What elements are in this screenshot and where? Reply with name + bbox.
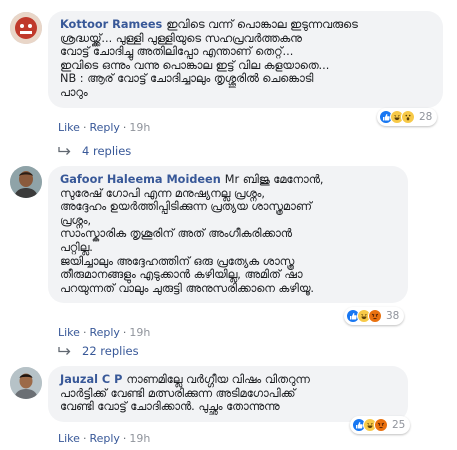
view-replies-link[interactable]: 4 replies (58, 144, 131, 158)
reply-arrow-icon (58, 347, 71, 355)
comment-text: തീരുമാനങ്ങളും എടുക്കാൻ കഴിയില്ല, അമിത് ഷ… (60, 268, 303, 282)
comment-text: ഇവിടെ വന്ന് പൊങ്കാല ഇടുന്നവരുടെ (166, 18, 358, 31)
comment-actions: Like · Reply · 19h (58, 326, 151, 339)
comment-bubble: Gafoor Haleema Moideen Mr ബിജു മേനോൻ, സുര… (48, 166, 408, 304)
comment-text: NB : ആര് വോട്ട് ചോദിച്ചാലും തൃശ്ശൂരിൽ ചെ… (60, 72, 314, 86)
avatar[interactable] (10, 166, 42, 198)
avatar[interactable] (10, 12, 42, 44)
like-button[interactable]: Like (58, 432, 80, 445)
comment-bubble: Jauzal C P നാണമില്ലേ വർഗ്ഗീയ വിഷം വിതറുന്… (48, 366, 408, 422)
comment-text: പ്രശ്നം, (60, 213, 92, 227)
comment-text: Mr ബിജു മേനോൻ, (224, 173, 324, 186)
comment-text: പാറും (60, 85, 88, 99)
author-name[interactable]: Kottoor Ramees (60, 18, 162, 31)
comment-text: പാർട്ടിക്ക് വേണ്ടി മത്സരിക്കുന്ന അടിമഗോപ… (60, 386, 296, 400)
reaction-summary[interactable]: 28 (377, 108, 438, 126)
author-name[interactable]: Gafoor Haleema Moideen (60, 173, 221, 186)
reaction-count: 38 (386, 310, 400, 322)
avatar[interactable] (10, 367, 42, 399)
comment-bubble: Kottoor Ramees ഇവിടെ വന്ന് പൊങ്കാല ഇടുന്ന… (48, 11, 443, 108)
reply-arrow-icon (58, 147, 71, 155)
comment-text: ഇവിടെ ഒന്നും വന്നു പൊങ്കാല ഇട്ട് വില കളയ… (60, 58, 330, 72)
like-button[interactable]: Like (58, 326, 80, 339)
comment-text: ശ്രദ്ധയ്ക്ക്... പുള്ളി പുള്ളിയുടെ സഹപ്രവ… (60, 31, 302, 45)
angry-icon (374, 418, 388, 432)
view-replies-link[interactable]: 22 replies (58, 344, 139, 358)
timestamp[interactable]: 19h (129, 121, 150, 134)
reply-button[interactable]: Reply (89, 121, 119, 134)
comment-text: വേണ്ടി വോട്ട് ചോദിക്കാൻ. പുച്ഛം തോന്നുന്… (60, 400, 280, 414)
comment-text: ജയിച്ചാലും അദ്ദേഹത്തിന് ഒരു പ്രത്യേക ശാസ… (60, 254, 295, 268)
comment-text: പറയുന്നത് വാലും ചുരുട്ടി അനുസരിക്കാനെ കഴ… (60, 281, 314, 295)
reaction-summary[interactable]: 25 (350, 416, 411, 434)
replies-count[interactable]: 22 replies (82, 344, 139, 358)
like-button[interactable]: Like (58, 121, 80, 134)
angry-icon (368, 309, 382, 323)
comment-text: വോട്ട് ചോദിച്ചു അതിലിപ്പോ എന്താണ് തെറ്റ്… (60, 45, 294, 59)
comment-text: സുരേഷ് ഗോപി എന്ന മനുഷ്യനല്ല പ്രശ്നം, (60, 186, 265, 200)
timestamp[interactable]: 19h (129, 326, 150, 339)
reaction-count: 28 (419, 111, 433, 123)
comment-text: അദ്ദേഹം ഉയർത്തിപ്പിടിക്കുന്ന പ്രത്യയ ശാസ… (60, 200, 312, 214)
replies-count[interactable]: 4 replies (82, 144, 131, 158)
wow-icon (401, 110, 415, 124)
comment-text: പറ്റില്ല. (60, 240, 93, 254)
reply-button[interactable]: Reply (89, 326, 119, 339)
author-name[interactable]: Jauzal C P (60, 373, 122, 386)
comment-text: സാംസ്കാരിക തൃശൂരിന് അത് അംഗീകരിക്കാൻ (60, 227, 292, 241)
timestamp[interactable]: 19h (129, 432, 150, 445)
comment-actions: Like · Reply · 19h (58, 432, 151, 445)
reaction-summary[interactable]: 38 (344, 307, 405, 325)
comment-text: നാണമില്ലേ വർഗ്ഗീയ വിഷം വിതറുന്ന (126, 373, 310, 386)
reaction-count: 25 (392, 419, 406, 431)
reply-button[interactable]: Reply (89, 432, 119, 445)
comment-actions: Like · Reply · 19h (58, 121, 151, 134)
